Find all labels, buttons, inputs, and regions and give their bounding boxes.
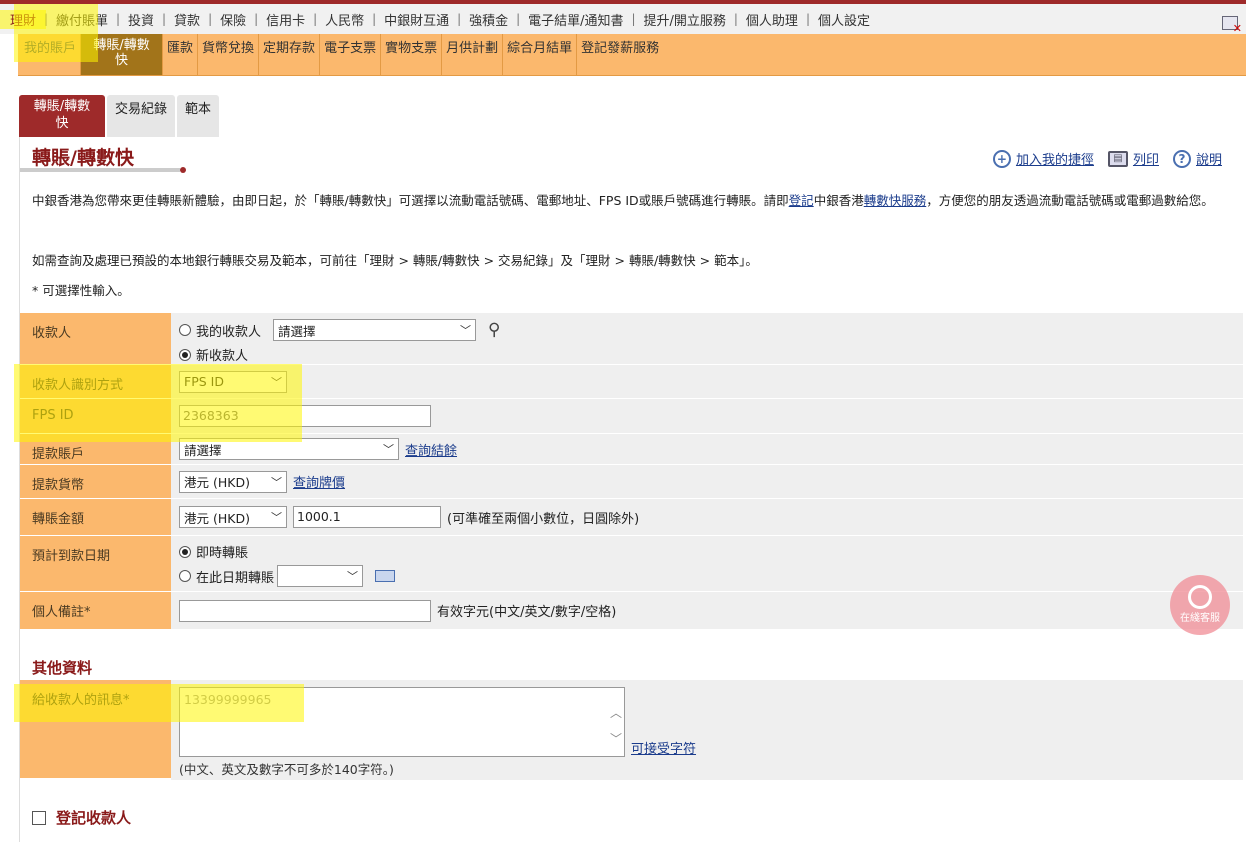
accepted-chars-link[interactable]: 可接受字符	[631, 738, 696, 757]
app-window: 理財 繳付賬單 投資 貸款 保險 信用卡 人民幣 中銀財互通 強積金 電子結單/…	[0, 0, 1256, 842]
payee-my-radio[interactable]	[179, 324, 191, 336]
transfer-form: 收款人 我的收款人 請選擇 ﹀ ⚲ 新收款人 收款人識別方式 FPS ID ﹀ …	[20, 313, 1243, 630]
account-label: 提款賬戶	[20, 434, 171, 464]
payee-my-label: 我的收款人	[196, 324, 262, 340]
help-icon[interactable]: ?	[1172, 149, 1191, 168]
subnav-cheque[interactable]: 實物支票	[381, 34, 443, 75]
immediate-label: 即時轉賬	[196, 546, 249, 561]
headset-icon	[1188, 585, 1212, 609]
fps-id-input[interactable]: 2368363	[179, 405, 431, 427]
check-balance-link[interactable]: 查詢結餘	[405, 440, 457, 459]
account-select[interactable]: 請選擇 ﹀	[179, 438, 399, 460]
chevron-down-icon: ﹀	[271, 475, 282, 489]
intro-paragraph-1: 中銀香港為您帶來更佳轉賬新體驗，由即日起，於「轉賬/轉數快」可選擇以流動電話號碼…	[32, 193, 1214, 208]
date-label: 預計到款日期	[20, 536, 171, 591]
subnav-fx[interactable]: 貨幣兌換	[198, 34, 260, 75]
topnav-rmb[interactable]: 人民幣	[313, 10, 374, 29]
textarea-scrollbar[interactable]: ︿ ﹀	[610, 700, 622, 752]
print-icon[interactable]: ▤	[1107, 150, 1128, 167]
memo-label: 個人備註*	[20, 592, 171, 629]
register-payee-label: 登記收款人	[56, 809, 132, 827]
topnav-settings[interactable]: 個人設定	[806, 10, 880, 29]
amount-input[interactable]: 1000.1	[293, 506, 441, 528]
title-dot	[180, 167, 186, 173]
payee-new-radio[interactable]	[179, 348, 191, 361]
amount-currency-select[interactable]: 港元 (HKD) ﹀	[179, 506, 287, 528]
print-link[interactable]: 列印	[1133, 149, 1159, 168]
search-icon[interactable]: ⚲	[488, 320, 500, 340]
intro-paragraph-2: 如需查詢及處理已預設的本地銀行轉賬交易及範本，可前往「理財 > 轉賬/轉數快 >…	[32, 253, 758, 268]
id-method-label: 收款人識別方式	[20, 365, 171, 398]
subnav-time-deposit[interactable]: 定期存款	[259, 34, 321, 75]
memo-input[interactable]	[179, 599, 431, 622]
message-label: 給收款人的訊息*	[20, 680, 171, 778]
title-underline	[20, 168, 180, 172]
fps-id-label: FPS ID	[20, 399, 171, 433]
topnav-bills[interactable]: 繳付賬單	[44, 10, 118, 29]
page-title: 轉賬/轉數快	[32, 147, 134, 169]
chevron-down-icon: ﹀	[271, 511, 282, 524]
main-content: 轉賬/轉數快 + 加入我的捷徑 ▤ 列印 ? 說明 中銀香港為您帶來更佳轉賬新體驗，由…	[19, 137, 1243, 842]
topnav-estatement[interactable]: 電子結單/通知書	[516, 10, 633, 29]
register-link[interactable]: 登記	[789, 193, 814, 208]
tab-bar: 轉賬/轉數快 交易紀錄 範本	[19, 95, 220, 137]
subnav-payroll[interactable]: 登記發薪服務	[577, 34, 663, 75]
topnav-assistant[interactable]: 個人助理	[734, 10, 808, 29]
register-payee-checkbox[interactable]	[32, 810, 46, 825]
subnav-remittance[interactable]: 匯款	[163, 34, 199, 75]
topnav-upgrade[interactable]: 提升/開立服務	[632, 10, 736, 29]
schedule-label: 在此日期轉賬	[196, 570, 275, 586]
id-method-select[interactable]: FPS ID ﹀	[179, 370, 287, 393]
message-section: 給收款人的訊息* 13399999965 ︿ ﹀ 可接受字符 (中文、英文及數字不…	[20, 680, 1243, 781]
tab-history[interactable]: 交易紀錄	[107, 95, 176, 137]
check-rate-link[interactable]: 查詢牌價	[293, 472, 345, 491]
date-select[interactable]: ﹀	[277, 565, 364, 587]
payee-new-label: 新收款人	[196, 349, 249, 364]
sub-navigation: 我的賬戶 轉賬/轉數快 匯款 貨幣兌換 定期存款 電子支票 實物支票 月供計劃 …	[18, 34, 1246, 76]
memo-note: 有效字元(中文/英文/數字/空格)	[437, 605, 617, 620]
chevron-down-icon: ﹀	[347, 570, 359, 583]
payee-label: 收款人	[20, 313, 171, 364]
top-navigation: 理財 繳付賬單 投資 貸款 保險 信用卡 人民幣 中銀財互通 強積金 電子結單/…	[0, 0, 1246, 35]
add-shortcut-icon[interactable]: +	[992, 149, 1011, 168]
topnav-wealth[interactable]: 理財	[0, 9, 47, 29]
other-info-title: 其他資料	[32, 659, 93, 677]
chevron-down-icon: ﹀	[271, 375, 282, 389]
tab-transfer[interactable]: 轉賬/轉數快	[19, 95, 105, 137]
add-shortcut-link[interactable]: 加入我的捷徑	[1016, 149, 1094, 168]
amount-note: (可準確至兩個小數位，日圓除外)	[447, 511, 640, 527]
subnav-my-account[interactable]: 我的賬戶	[18, 34, 82, 75]
subnav-echeque[interactable]: 電子支票	[320, 34, 382, 75]
subnav-statement[interactable]: 綜合月結單	[503, 34, 578, 75]
amount-label: 轉賬金額	[20, 499, 171, 535]
help-link[interactable]: 說明	[1196, 149, 1222, 168]
currency-label: 提款貨幣	[20, 465, 171, 498]
chevron-down-icon: ﹀	[383, 443, 394, 456]
page-tools: + 加入我的捷徑 ▤ 列印 ? 說明	[992, 149, 1222, 168]
calendar-icon[interactable]	[375, 570, 396, 582]
tab-templates[interactable]: 範本	[177, 95, 220, 137]
fps-service-link[interactable]: 轉數快服務	[864, 193, 927, 208]
currency-select[interactable]: 港元 (HKD) ﹀	[179, 470, 287, 493]
message-note: (中文、英文及數字不可多於140字符。)	[179, 762, 394, 777]
subnav-monthly-plan[interactable]: 月供計劃	[442, 34, 504, 75]
topnav-boc-wealth[interactable]: 中銀財互通	[372, 10, 459, 29]
payee-select[interactable]: 請選擇 ﹀	[273, 319, 477, 341]
register-payee-row: 登記收款人	[32, 807, 131, 828]
topnav-loans[interactable]: 貸款	[162, 10, 210, 29]
message-textarea[interactable]: 13399999965 ︿ ﹀	[179, 687, 625, 757]
optional-note: * 可選擇性輸入。	[32, 283, 130, 298]
topnav-invest[interactable]: 投資	[116, 10, 164, 29]
chevron-down-icon: ﹀	[460, 324, 472, 337]
topnav-credit-card[interactable]: 信用卡	[254, 10, 315, 29]
immediate-radio[interactable]	[179, 545, 191, 558]
logout-icon[interactable]	[1222, 16, 1242, 35]
topnav-mpf[interactable]: 強積金	[457, 10, 518, 29]
message-text: 13399999965	[184, 692, 272, 707]
online-service-button[interactable]: 在綫客服	[1170, 575, 1230, 635]
topnav-insurance[interactable]: 保險	[208, 10, 256, 29]
subnav-transfer[interactable]: 轉賬/轉數快	[81, 34, 164, 75]
schedule-radio[interactable]	[179, 570, 191, 582]
